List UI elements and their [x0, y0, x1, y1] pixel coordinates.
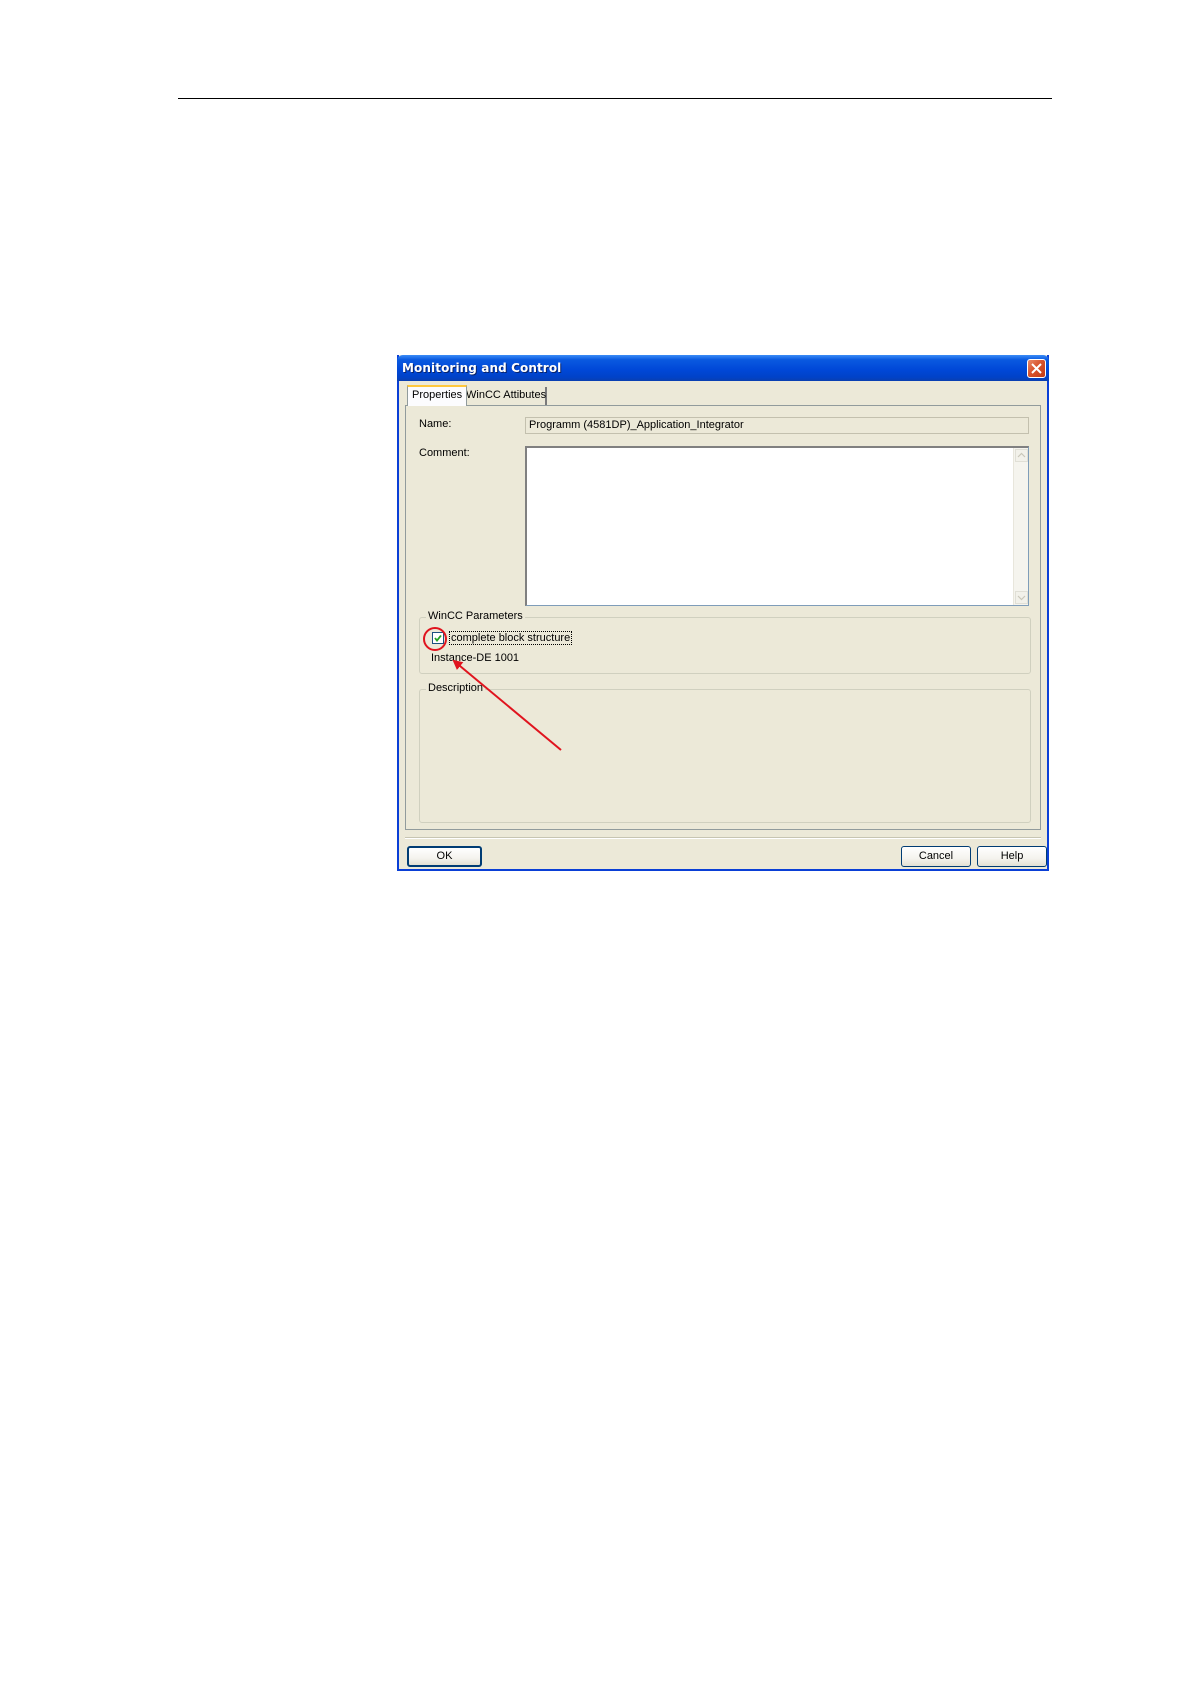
wincc-parameters-legend: WinCC Parameters [426, 610, 525, 622]
wincc-parameters-group: WinCC Parameters complete block structur… [419, 610, 1031, 674]
description-legend: Description [426, 682, 486, 694]
comment-textarea[interactable] [525, 446, 1029, 606]
page-header-rule [178, 98, 1052, 99]
dialog-titlebar[interactable]: Monitoring and Control [397, 355, 1049, 381]
name-label: Name: [419, 418, 452, 430]
comment-scrollbar[interactable] [1013, 448, 1028, 605]
checkmark-icon [434, 634, 442, 642]
description-group: Description [419, 682, 1031, 823]
scroll-up-arrow-icon [1017, 452, 1026, 458]
properties-panel: Name: Programm (4581DP)_Application_Inte… [405, 405, 1041, 830]
scroll-down-button[interactable] [1015, 591, 1028, 604]
name-field[interactable]: Programm (4581DP)_Application_Integrator [525, 417, 1029, 434]
comment-label: Comment: [419, 447, 470, 459]
help-button[interactable]: Help [977, 846, 1047, 867]
monitoring-control-dialog: Monitoring and Control Properties WinCC … [397, 355, 1049, 871]
close-button[interactable] [1027, 359, 1046, 378]
scroll-up-button[interactable] [1015, 449, 1028, 462]
button-separator [405, 837, 1041, 839]
tab-properties[interactable]: Properties [407, 385, 468, 406]
complete-block-structure-label[interactable]: complete block structure [449, 631, 573, 645]
instance-text: Instance-DE 1001 [431, 652, 520, 664]
scroll-down-arrow-icon [1017, 595, 1026, 601]
complete-block-structure-checkbox[interactable] [432, 632, 444, 644]
tab-wincc-attributes[interactable]: WinCC Attibutes [461, 387, 547, 405]
cancel-button[interactable]: Cancel [901, 846, 971, 867]
dialog-title: Monitoring and Control [402, 361, 562, 375]
close-icon [1031, 363, 1042, 374]
ok-button[interactable]: OK [407, 846, 482, 867]
